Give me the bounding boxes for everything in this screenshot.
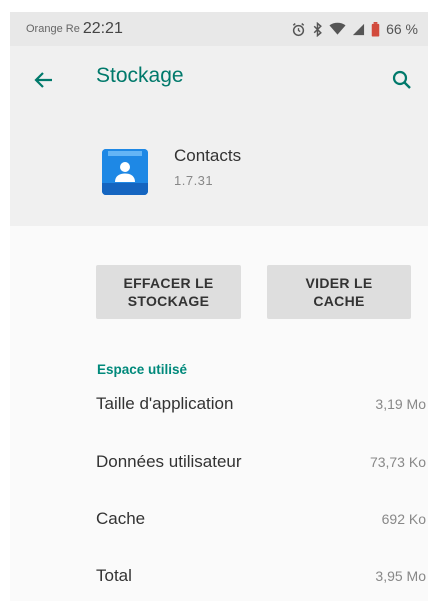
app-name: Contacts <box>174 146 242 165</box>
alarm-icon <box>291 22 306 37</box>
storage-row-value: 692 Ko <box>381 511 426 527</box>
back-arrow-icon[interactable] <box>32 68 56 92</box>
battery-icon <box>371 21 380 37</box>
app-info-header: Stockage Contacts 1.7.31 <box>10 46 428 226</box>
storage-row-label: Taille d'application <box>96 394 234 413</box>
search-icon[interactable] <box>390 68 414 92</box>
storage-row-label: Cache <box>96 509 146 528</box>
signal-icon <box>352 23 365 36</box>
contacts-icon <box>102 149 148 195</box>
storage-row: Total 3,95 Mo <box>96 561 426 591</box>
status-bar: Orange Re 22:21 66 % <box>10 12 428 46</box>
section-title-space-used: Espace utilisé <box>97 362 188 377</box>
storage-row-value: 73,73 Ko <box>369 454 426 470</box>
wifi-icon <box>329 22 346 36</box>
storage-row-value: 3,19 Mo <box>375 396 426 412</box>
bluetooth-icon <box>312 21 323 37</box>
storage-row: Données utilisateur 73,73 Ko <box>96 447 426 477</box>
status-icons: 66 % <box>291 21 418 37</box>
storage-row: Cache 692 Ko <box>96 504 426 534</box>
phone-screen: Orange Re 22:21 66 % Stockage Contacts 1… <box>10 12 428 601</box>
storage-row-label: Total <box>96 566 132 585</box>
clear-cache-label: VIDER LE CACHE <box>305 275 373 309</box>
clear-storage-label: EFFACER LE STOCKAGE <box>123 275 214 309</box>
app-version: 1.7.31 <box>174 173 214 188</box>
carrier-name: Orange Re <box>26 23 80 35</box>
page-title: Stockage <box>96 64 184 87</box>
storage-row: Taille d'application 3,19 Mo <box>96 389 426 419</box>
status-time: 22:21 <box>82 20 123 37</box>
clear-storage-button[interactable]: EFFACER LE STOCKAGE <box>96 265 241 319</box>
storage-row-value: 3,95 Mo <box>375 568 426 584</box>
clear-cache-button[interactable]: VIDER LE CACHE <box>267 265 411 319</box>
storage-row-label: Données utilisateur <box>96 452 242 471</box>
battery-percentage: 66 % <box>386 21 418 37</box>
